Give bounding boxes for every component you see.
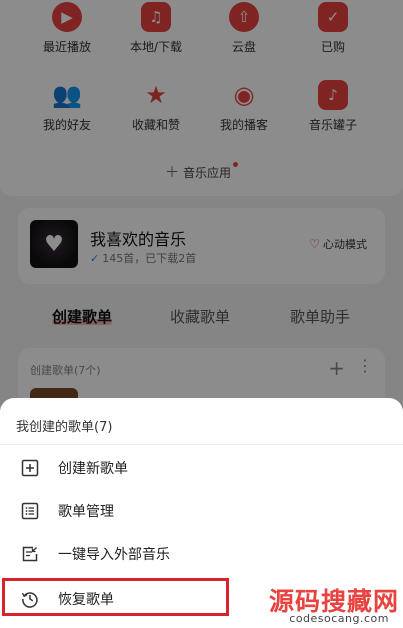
import-icon — [20, 544, 40, 564]
sheet-title: 我创建的歌单(7) — [16, 420, 113, 435]
sheet-item-label: 一键导入外部音乐 — [58, 547, 170, 563]
watermark-en: codesocang.com — [289, 612, 389, 625]
sheet-item-manage[interactable]: 歌单管理 — [0, 491, 403, 531]
sheet-item-label: 歌单管理 — [58, 504, 114, 520]
add-square-icon — [20, 458, 40, 478]
list-manage-icon — [20, 501, 40, 521]
page: ▶ 最近播放 ♫ 本地/下载 ⇧ 云盘 ✓ 已购 👥 我的好友 ★ 收藏和赞 ◉… — [0, 0, 403, 628]
sheet-divider — [0, 444, 403, 445]
sheet-item-label: 创建新歌单 — [58, 461, 128, 477]
restore-highlight-annotation — [2, 578, 229, 616]
sheet-item-import[interactable]: 一键导入外部音乐 — [0, 534, 403, 574]
sheet-item-create[interactable]: 创建新歌单 — [0, 448, 403, 488]
